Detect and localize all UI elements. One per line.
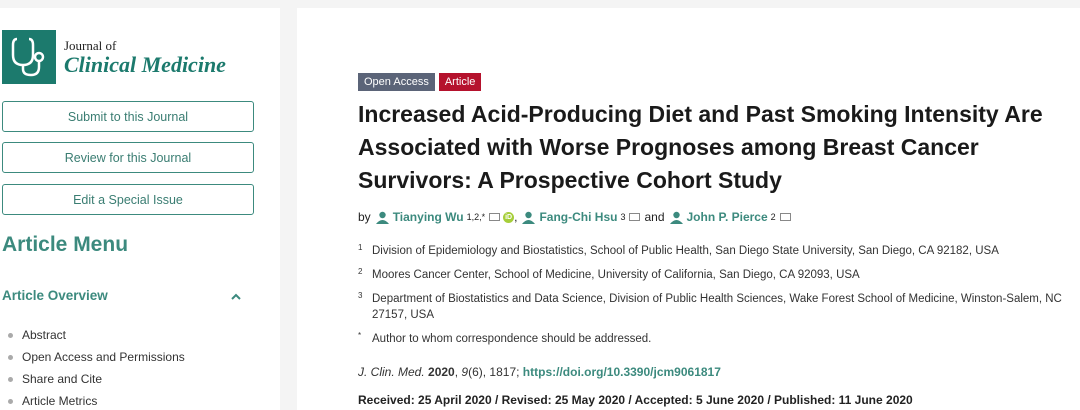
author-profile-icon[interactable] (521, 211, 536, 224)
author-name[interactable]: Tianying Wu (393, 210, 464, 224)
article-type-badge: Article (438, 73, 482, 91)
author-profile-icon[interactable] (669, 211, 684, 224)
article-menu-list: Abstract Open Access and Permissions Sha… (8, 324, 185, 410)
journal-name-line1: Journal of (64, 37, 117, 53)
affiliation-text: Division of Epidemiology and Biostatisti… (372, 245, 999, 257)
article-badges: Open Access Article (358, 73, 482, 91)
bullet-icon (8, 398, 13, 404)
citation-line: J. Clin. Med. 2020, 9(6), 1817; https://… (358, 365, 721, 379)
email-icon[interactable] (629, 213, 641, 221)
journal-abbr: J. Clin. Med. (358, 365, 425, 379)
email-icon[interactable] (779, 213, 791, 221)
email-icon[interactable] (489, 213, 501, 221)
author-affil-sup: 2 (770, 212, 776, 222)
citation-pages: , 1817; (482, 365, 523, 379)
doi-link[interactable]: https://doi.org/10.3390/jcm9061817 (523, 365, 721, 379)
edit-special-issue-button[interactable]: Edit a Special Issue (2, 184, 254, 215)
by-label: by (358, 210, 371, 224)
chevron-up-icon[interactable] (230, 290, 242, 302)
article-menu-title: Article Menu (2, 233, 129, 256)
bullet-icon (8, 354, 13, 360)
affiliation-number: * (358, 331, 362, 340)
menu-item-open-access[interactable]: Open Access and Permissions (8, 346, 185, 368)
affiliation-number: 3 (358, 291, 363, 300)
menu-item-metrics[interactable]: Article Metrics (8, 390, 185, 410)
author-name[interactable]: Fang-Chi Hsu (539, 210, 617, 224)
affiliation-text: Author to whom correspondence should be … (372, 333, 652, 345)
journal-name-line2: Clinical Medicine (64, 51, 226, 77)
affiliation-text: Department of Biostatistics and Data Sci… (372, 293, 1062, 321)
affiliations: 1 Division of Epidemiology and Biostatis… (358, 243, 1068, 355)
publication-dates: Received: 25 April 2020 / Revised: 25 Ma… (358, 393, 913, 407)
author-profile-icon[interactable] (375, 211, 390, 224)
menu-item-abstract[interactable]: Abstract (8, 324, 185, 346)
citation-issue: (6) (468, 365, 483, 379)
submit-button[interactable]: Submit to this Journal (2, 101, 254, 132)
orcid-icon[interactable]: iD (503, 211, 515, 223)
author-affil-sup: 3 (620, 212, 626, 222)
citation-year: 2020 (428, 365, 455, 379)
article-overview-label: Article Overview (2, 288, 108, 303)
affiliation: 2 Moores Cancer Center, School of Medici… (358, 267, 1068, 283)
stethoscope-logo-icon (2, 30, 56, 84)
article-title: Increased Acid-Producing Diet and Past S… (358, 101, 1043, 193)
affiliation-number: 2 (358, 267, 363, 276)
article-overview-toggle[interactable]: Article Overview (2, 288, 242, 303)
bullet-icon (8, 376, 13, 382)
affiliation-number: 1 (358, 243, 363, 252)
bullet-icon (8, 332, 13, 338)
menu-item-share-cite[interactable]: Share and Cite (8, 368, 185, 390)
author-name[interactable]: John P. Pierce (687, 210, 768, 224)
author-line: by Tianying Wu 1,2,* iD , Fang-Chi Hsu 3… (358, 210, 791, 224)
review-button[interactable]: Review for this Journal (2, 142, 254, 173)
affiliation: 1 Division of Epidemiology and Biostatis… (358, 243, 1068, 259)
affiliation: * Author to whom correspondence should b… (358, 331, 1068, 347)
author-affil-sup: 1,2,* (466, 212, 486, 222)
article-main: Open Access Article Increased Acid-Produ… (297, 8, 1080, 410)
affiliation: 3 Department of Biostatistics and Data S… (358, 291, 1068, 323)
affiliation-text: Moores Cancer Center, School of Medicine… (372, 269, 860, 281)
sidebar: Journal of Clinical Medicine Submit to t… (0, 8, 280, 410)
journal-logo[interactable]: Journal of Clinical Medicine (2, 30, 226, 84)
open-access-badge: Open Access (358, 73, 435, 91)
and-label: and (644, 210, 665, 224)
